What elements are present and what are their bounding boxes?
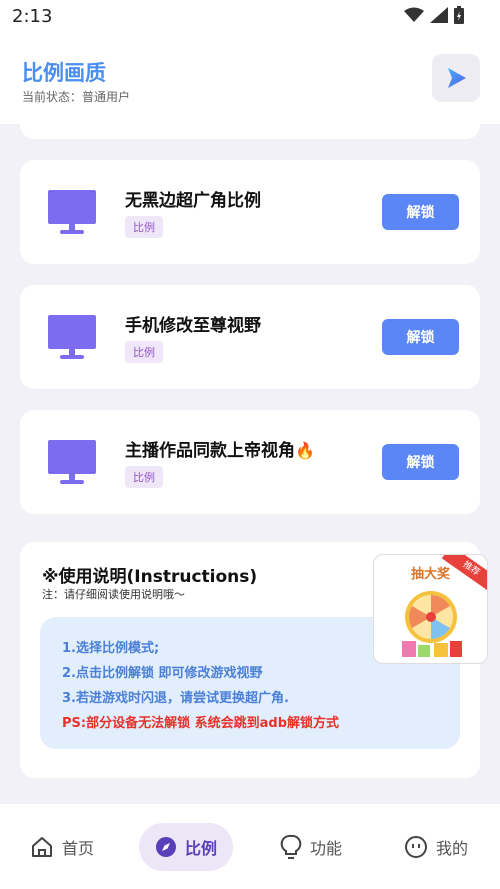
option-name: 无黑边超广角比例	[125, 191, 261, 211]
prize-wheel-icon	[402, 591, 462, 657]
option-card-supreme-view: 手机修改至尊视野 比例 解锁	[20, 285, 480, 389]
status-bar: 2:13	[0, 0, 500, 34]
instructions-note: 注：请仔细阅读使用说明哦～	[42, 588, 185, 601]
app-header: 比例画质 当前状态：普通用户	[0, 34, 500, 124]
option-tag: 比例	[125, 341, 163, 363]
tab-ratio[interactable]: 比例	[139, 823, 234, 871]
monitor-icon	[48, 315, 96, 359]
option-tag: 比例	[125, 466, 163, 488]
option-name: 主播作品同款上帝视角🔥	[125, 441, 315, 461]
tab-label: 功能	[310, 839, 343, 858]
unlock-button[interactable]: 解锁	[382, 444, 459, 480]
lightbulb-icon	[280, 834, 302, 859]
tab-home[interactable]: 首页	[30, 823, 94, 871]
page-title: 比例画质	[22, 61, 106, 85]
user-status: 当前状态：普通用户	[22, 90, 131, 104]
instruction-step: 2.点击比例解锁 即可修改游戏视野	[62, 666, 263, 681]
option-tag: 比例	[125, 216, 163, 238]
unlock-button[interactable]: 解锁	[382, 319, 459, 355]
instruction-step: 1.选择比例模式;	[62, 641, 160, 656]
lottery-promo[interactable]: 推荐 抽大奖	[373, 554, 488, 664]
instructions-heading: ※使用说明(Instructions)	[42, 567, 258, 587]
status-icons	[404, 6, 464, 24]
battery-icon	[454, 6, 464, 24]
play-icon	[448, 68, 466, 88]
home-icon	[32, 837, 52, 857]
monitor-icon	[48, 190, 96, 234]
option-card-god-view: 主播作品同款上帝视角🔥 比例 解锁	[20, 410, 480, 514]
face-icon	[405, 836, 427, 858]
option-card-no-black-border: 无黑边超广角比例 比例 解锁	[20, 160, 480, 264]
tab-label: 我的	[436, 839, 469, 858]
play-button[interactable]	[432, 54, 480, 102]
bottom-tab-bar: 首页 比例 功能 我的	[0, 804, 500, 889]
status-time: 2:13	[12, 6, 53, 27]
wifi-icon	[404, 7, 424, 22]
option-name: 手机修改至尊视野	[125, 316, 261, 336]
unlock-button[interactable]: 解锁	[382, 194, 459, 230]
fire-icon: 🔥	[295, 441, 315, 460]
tab-mine[interactable]: 我的	[404, 823, 468, 871]
content-scroll[interactable]: 无黑边超广角比例 比例 解锁 手机修改至尊视野 比例 解锁 主播作品同款上帝视角…	[0, 124, 500, 804]
signal-icon	[430, 7, 448, 23]
partial-card	[20, 124, 480, 139]
compass-icon	[156, 837, 176, 857]
tab-label: 比例	[185, 839, 218, 858]
tab-features[interactable]: 功能	[280, 823, 342, 871]
tab-label: 首页	[62, 839, 95, 858]
instruction-ps: PS:部分设备无法解锁 系统会跳到adb解锁方式	[62, 716, 339, 731]
promo-title: 抽大奖	[410, 567, 450, 582]
instruction-step: 3.若进游戏时闪退，请尝试更换超广角.	[62, 691, 289, 706]
monitor-icon	[48, 440, 96, 484]
